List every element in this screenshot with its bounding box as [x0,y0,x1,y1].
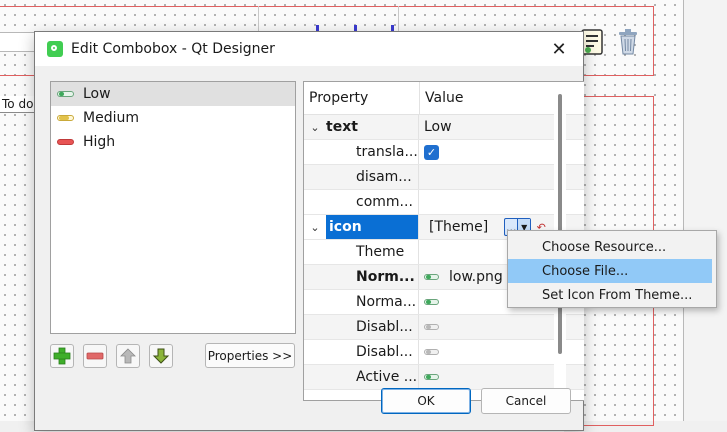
menu-item-choose-file[interactable]: Choose File... [508,259,712,283]
arrow-up-icon [120,348,136,364]
dialog-title: Edit Combobox - Qt Designer [71,41,275,57]
list-item-medium[interactable]: Medium [51,106,295,130]
medium-priority-icon [57,115,74,121]
combobox-items-list[interactable]: Low Medium High [50,81,296,334]
move-down-button[interactable] [149,344,173,368]
list-item-label: Low [83,86,111,102]
property-name: icon [326,215,418,239]
qt-designer-icon [47,41,63,57]
ok-button[interactable]: OK [381,388,471,414]
property-row-translatable[interactable]: transla... ✓ [304,140,584,165]
property-row-disabled-on[interactable]: Disabl... [304,340,584,365]
property-name: disam... [356,169,412,185]
edit-combobox-dialog: Edit Combobox - Qt Designer ✕ Low Medium… [34,31,584,431]
list-item-label: Medium [83,110,139,126]
trash-icon[interactable] [614,27,642,57]
property-name: Norm... [356,269,415,285]
arrow-down-icon [152,348,170,364]
remove-item-button[interactable] [83,344,107,368]
property-value[interactable]: Low [424,119,452,135]
property-row-text[interactable]: ⌄ text Low [304,115,584,140]
dialog-titlebar[interactable]: Edit Combobox - Qt Designer ✕ [35,32,583,66]
property-row-disambiguation[interactable]: disam... [304,165,584,190]
form-toolbar [578,22,648,62]
close-button[interactable]: ✕ [541,34,577,64]
property-name: Theme [356,244,405,260]
properties-toggle-button[interactable]: Properties >> [205,343,295,368]
side-panel [684,0,727,421]
low-priority-icon [57,91,74,97]
scrollbar-thumb[interactable] [558,94,562,354]
property-row-disabled-off[interactable]: Disabl... [304,315,584,340]
disabled-icon-preview [424,324,439,330]
menu-item-set-icon-from-theme[interactable]: Set Icon From Theme... [508,283,716,307]
low-priority-icon [424,274,439,280]
property-name: Norma... [356,294,417,310]
plus-icon [53,347,71,365]
property-name: text [326,119,358,135]
chevron-down-icon[interactable]: ⌄ [304,221,326,234]
close-icon: ✕ [551,38,567,60]
property-name: transla... [356,144,418,160]
property-name: comm... [356,194,413,210]
property-name: Disabl... [356,319,413,335]
list-item-low[interactable]: Low [51,82,295,106]
list-item-high[interactable]: High [51,130,295,154]
icon-context-menu: Choose Resource... Choose File... Set Ic… [507,230,717,308]
property-row-comment[interactable]: comm... [304,190,584,215]
property-row-active-off[interactable]: Active ... [304,365,584,390]
property-header: Property Value [304,82,584,115]
low-priority-icon [424,374,439,380]
high-priority-icon [57,139,74,145]
minus-icon [86,352,104,360]
list-buttons [50,344,173,368]
chevron-down-icon[interactable]: ⌄ [304,121,326,134]
property-name: Disabl... [356,344,413,360]
column-header-property[interactable]: Property [304,82,420,114]
low-priority-icon [424,299,439,305]
property-value: [Theme] [429,219,489,235]
disabled-icon-preview [424,349,439,355]
property-name: Active ... [356,369,418,385]
add-item-button[interactable] [50,344,74,368]
menu-item-choose-resource[interactable]: Choose Resource... [508,235,716,259]
list-item-label: High [83,134,116,150]
property-value[interactable]: low.png [449,269,503,285]
translatable-checkbox[interactable]: ✓ [424,144,439,160]
cancel-button[interactable]: Cancel [481,388,571,414]
move-up-button[interactable] [116,344,140,368]
